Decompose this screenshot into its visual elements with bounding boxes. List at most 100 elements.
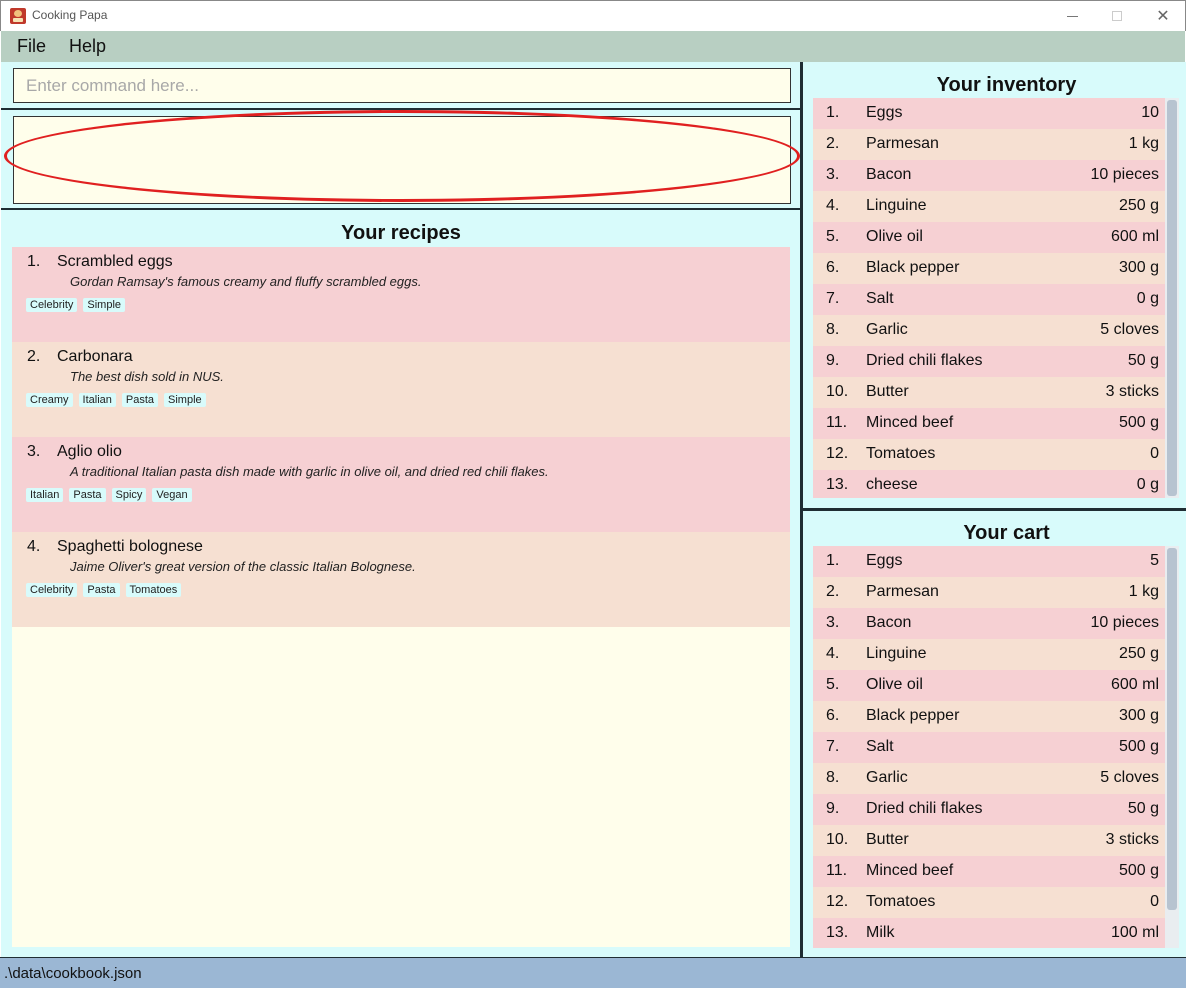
cart-row[interactable]: 1. Eggs 5 bbox=[813, 546, 1165, 577]
ingredient-name: Butter bbox=[866, 383, 909, 400]
cart-row[interactable]: 4. Linguine 250 g bbox=[813, 639, 1165, 670]
inventory-row[interactable]: 8. Garlic 5 cloves bbox=[813, 315, 1165, 346]
cart-row[interactable]: 13. Milk 100 ml bbox=[813, 918, 1165, 948]
inventory-row[interactable]: 4. Linguine 250 g bbox=[813, 191, 1165, 222]
row-number: 6. bbox=[826, 707, 840, 724]
cart-row[interactable]: 6. Black pepper 300 g bbox=[813, 701, 1165, 732]
recipe-item[interactable]: 2. Carbonara The best dish sold in NUS. … bbox=[12, 342, 790, 437]
inventory-scroll-thumb[interactable] bbox=[1167, 100, 1177, 496]
ingredient-name: Salt bbox=[866, 290, 894, 307]
row-number: 8. bbox=[826, 769, 840, 786]
cart-row[interactable]: 2. Parmesan 1 kg bbox=[813, 577, 1165, 608]
recipe-name: Carbonara bbox=[57, 348, 133, 365]
row-number: 2. bbox=[826, 135, 840, 152]
recipe-number: 1. bbox=[27, 253, 41, 270]
cart-list[interactable]: 1. Eggs 5 2. Parmesan 1 kg 3. Bacon 10 pieces … bbox=[813, 546, 1165, 948]
recipe-number: 2. bbox=[27, 348, 41, 365]
horizontal-divider[interactable] bbox=[803, 508, 1186, 511]
inventory-row[interactable]: 13. cheese 0 g bbox=[813, 470, 1165, 498]
cart-row[interactable]: 12. Tomatoes 0 bbox=[813, 887, 1165, 918]
inventory-row[interactable]: 5. Olive oil 600 ml bbox=[813, 222, 1165, 253]
inventory-row[interactable]: 3. Bacon 10 pieces bbox=[813, 160, 1165, 191]
menu-file[interactable]: File bbox=[17, 36, 46, 57]
inventory-list[interactable]: 1. Eggs 10 2. Parmesan 1 kg 3. Bacon 10 pieces… bbox=[813, 98, 1165, 498]
row-number: 3. bbox=[826, 166, 840, 183]
ingredient-name: Dried chili flakes bbox=[866, 352, 983, 369]
ingredient-quantity: 500 g bbox=[1118, 862, 1159, 879]
row-number: 7. bbox=[826, 738, 840, 755]
recipe-tag: Tomatoes bbox=[125, 583, 182, 597]
ingredient-quantity: 0 bbox=[1150, 445, 1159, 462]
cart-row[interactable]: 7. Salt 500 g bbox=[813, 732, 1165, 763]
ingredient-quantity: 1 kg bbox=[1128, 583, 1159, 600]
inventory-row[interactable]: 2. Parmesan 1 kg bbox=[813, 129, 1165, 160]
cart-row[interactable]: 5. Olive oil 600 ml bbox=[813, 670, 1165, 701]
cart-row[interactable]: 3. Bacon 10 pieces bbox=[813, 608, 1165, 639]
ingredient-quantity: 10 pieces bbox=[1090, 166, 1160, 183]
row-number: 10. bbox=[826, 383, 849, 400]
ingredient-name: Garlic bbox=[866, 321, 908, 338]
result-box bbox=[1, 110, 801, 210]
recipe-number: 3. bbox=[27, 443, 41, 460]
recipe-item[interactable]: 4. Spaghetti bolognese Jaime Oliver's gr… bbox=[12, 532, 790, 627]
ingredient-name: Tomatoes bbox=[866, 445, 936, 462]
ingredient-name: Milk bbox=[866, 924, 895, 941]
recipe-description: Gordan Ramsay's famous creamy and fluffy… bbox=[70, 274, 422, 289]
inventory-row[interactable]: 7. Salt 0 g bbox=[813, 284, 1165, 315]
row-number: 9. bbox=[826, 800, 840, 817]
inventory-scrollbar[interactable] bbox=[1165, 98, 1179, 498]
recipe-item[interactable]: 1. Scrambled eggs Gordan Ramsay's famous… bbox=[12, 247, 790, 342]
cart-scrollbar[interactable] bbox=[1165, 546, 1179, 948]
recipe-name: Aglio olio bbox=[57, 443, 122, 460]
inventory-row[interactable]: 6. Black pepper 300 g bbox=[813, 253, 1165, 284]
recipe-item[interactable]: 3. Aglio olio A traditional Italian past… bbox=[12, 437, 790, 532]
recipe-tag: Italian bbox=[26, 488, 64, 502]
command-input[interactable] bbox=[13, 68, 791, 103]
minimize-button[interactable] bbox=[1049, 1, 1095, 31]
recipe-description: A traditional Italian pasta dish made wi… bbox=[70, 464, 549, 479]
cart-row[interactable]: 10. Butter 3 sticks bbox=[813, 825, 1165, 856]
ingredient-quantity: 100 ml bbox=[1110, 924, 1159, 941]
row-number: 6. bbox=[826, 259, 840, 276]
title-bar: Cooking Papa ✕ bbox=[0, 0, 1186, 31]
menu-help[interactable]: Help bbox=[69, 36, 106, 57]
ingredient-quantity: 300 g bbox=[1118, 707, 1159, 724]
inventory-row[interactable]: 12. Tomatoes 0 bbox=[813, 439, 1165, 470]
close-button[interactable]: ✕ bbox=[1140, 1, 1186, 31]
recipe-tag: Celebrity bbox=[26, 583, 78, 597]
recipe-list[interactable]: 1. Scrambled eggs Gordan Ramsay's famous… bbox=[12, 247, 790, 947]
recipe-description: The best dish sold in NUS. bbox=[70, 369, 224, 384]
cart-scroll-thumb[interactable] bbox=[1167, 548, 1177, 910]
ingredient-name: Olive oil bbox=[866, 676, 923, 693]
ingredient-quantity: 600 ml bbox=[1110, 228, 1159, 245]
inventory-row[interactable]: 9. Dried chili flakes 50 g bbox=[813, 346, 1165, 377]
cart-row[interactable]: 11. Minced beef 500 g bbox=[813, 856, 1165, 887]
recipe-tag: Pasta bbox=[69, 488, 106, 502]
row-number: 4. bbox=[826, 197, 840, 214]
recipe-tag: Pasta bbox=[121, 393, 159, 407]
maximize-button[interactable] bbox=[1094, 1, 1140, 31]
recipe-tags: Creamy Italian Pasta Simple bbox=[26, 393, 206, 407]
close-icon: ✕ bbox=[1156, 6, 1170, 25]
row-number: 2. bbox=[826, 583, 840, 600]
row-number: 9. bbox=[826, 352, 840, 369]
inventory-row[interactable]: 10. Butter 3 sticks bbox=[813, 377, 1165, 408]
recipe-description: Jaime Oliver's great version of the clas… bbox=[70, 559, 416, 574]
row-number: 5. bbox=[826, 676, 840, 693]
cart-row[interactable]: 8. Garlic 5 cloves bbox=[813, 763, 1165, 794]
inventory-title: Your inventory bbox=[936, 74, 1077, 96]
ingredient-name: Parmesan bbox=[866, 583, 939, 600]
ingredient-name: Black pepper bbox=[866, 259, 960, 276]
cart-row[interactable]: 9. Dried chili flakes 50 g bbox=[813, 794, 1165, 825]
recipe-tag: Simple bbox=[164, 393, 206, 407]
row-number: 7. bbox=[826, 290, 840, 307]
app-icon bbox=[10, 8, 26, 24]
recipe-tag: Vegan bbox=[152, 488, 192, 502]
inventory-row[interactable]: 1. Eggs 10 bbox=[813, 98, 1165, 129]
ingredient-name: Salt bbox=[866, 738, 894, 755]
row-number: 11. bbox=[826, 414, 848, 431]
inventory-row[interactable]: 11. Minced beef 500 g bbox=[813, 408, 1165, 439]
ingredient-name: Parmesan bbox=[866, 135, 939, 152]
minimize-icon bbox=[1066, 15, 1078, 17]
row-number: 11. bbox=[826, 862, 848, 879]
